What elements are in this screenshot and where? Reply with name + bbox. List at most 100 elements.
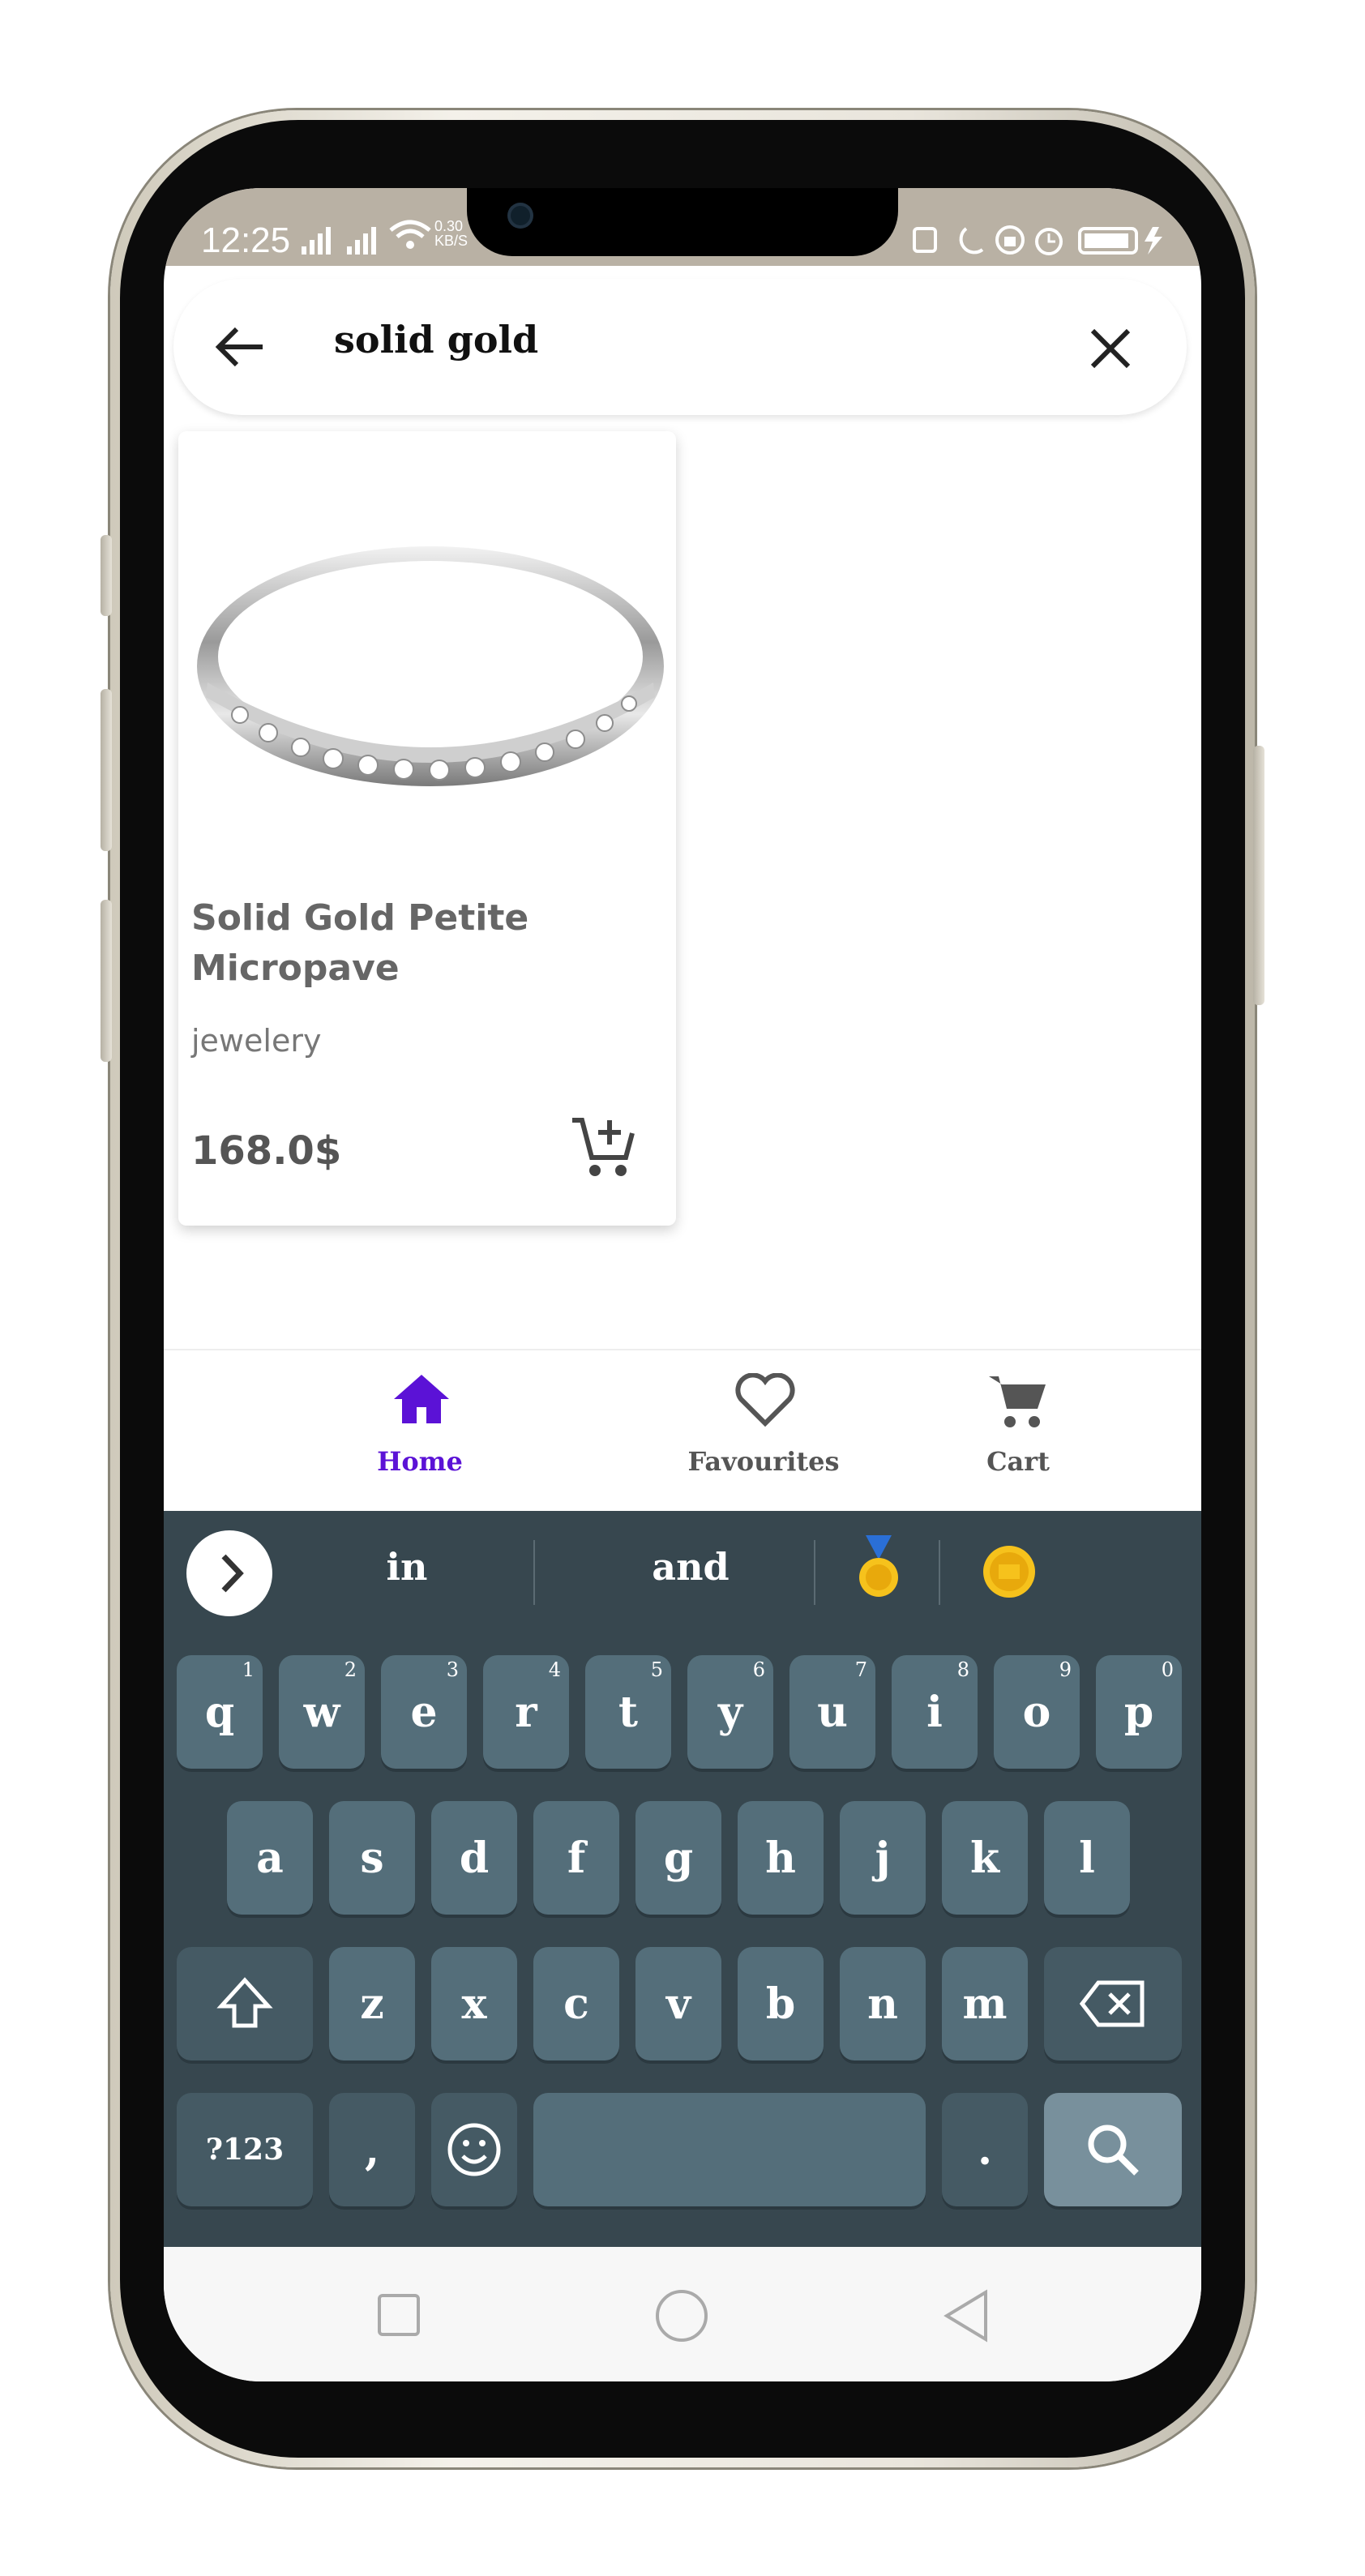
key-j[interactable]: j bbox=[840, 1801, 926, 1915]
key-y[interactable]: y6 bbox=[687, 1655, 773, 1769]
key-m[interactable]: m bbox=[942, 1947, 1028, 2060]
back-triangle-icon[interactable] bbox=[942, 2287, 991, 2347]
heart-outline-icon bbox=[734, 1372, 796, 1430]
nav-label-home: Home bbox=[377, 1446, 463, 1477]
side-button bbox=[101, 535, 112, 616]
key-w[interactable]: w2 bbox=[279, 1655, 365, 1769]
home-circle-icon[interactable] bbox=[653, 2287, 710, 2347]
shopping-cart-icon bbox=[987, 1371, 1049, 1433]
key-r[interactable]: r4 bbox=[483, 1655, 569, 1769]
key-alt: 3 bbox=[446, 1658, 459, 1681]
key-label: w bbox=[303, 1687, 340, 1737]
search-input[interactable]: solid gold bbox=[334, 318, 538, 362]
key-label: r bbox=[515, 1687, 537, 1737]
key-n[interactable]: n bbox=[840, 1947, 926, 2060]
shift-key[interactable] bbox=[177, 1947, 313, 2060]
keyboard: in and q1 w2 e3 r4 t5 y6 u7 i8 o9 p0 a s… bbox=[164, 1511, 1201, 2247]
symbols-key[interactable]: ?123 bbox=[177, 2093, 313, 2206]
chevron-right-icon[interactable] bbox=[186, 1530, 272, 1616]
key-x[interactable]: x bbox=[431, 1947, 517, 2060]
suggestion-2[interactable]: and bbox=[585, 1545, 796, 1589]
wifi-icon bbox=[387, 217, 433, 256]
period-key[interactable]: . bbox=[942, 2093, 1028, 2206]
power-button bbox=[1253, 746, 1264, 1005]
key-label: p bbox=[1123, 1687, 1154, 1737]
network-speed: 0.30 KB/S bbox=[434, 219, 468, 248]
key-f[interactable]: f bbox=[533, 1801, 619, 1915]
network-speed-unit: KB/S bbox=[434, 233, 469, 249]
key-s[interactable]: s bbox=[329, 1801, 415, 1915]
key-a[interactable]: a bbox=[227, 1801, 313, 1915]
volume-up-button bbox=[101, 689, 112, 851]
add-shopping-cart-icon[interactable] bbox=[569, 1112, 637, 1183]
nav-label-cart: Cart bbox=[986, 1446, 1050, 1477]
key-l[interactable]: l bbox=[1044, 1801, 1130, 1915]
divider bbox=[533, 1540, 535, 1605]
key-c[interactable]: c bbox=[533, 1947, 619, 2060]
key-h[interactable]: h bbox=[738, 1801, 824, 1915]
key-label: u bbox=[817, 1687, 848, 1737]
space-key[interactable] bbox=[533, 2093, 926, 2206]
arrow-left-icon[interactable] bbox=[212, 324, 266, 373]
signal-icon-2 bbox=[345, 224, 394, 259]
key-alt: 0 bbox=[1161, 1658, 1174, 1681]
key-p[interactable]: p0 bbox=[1096, 1655, 1182, 1769]
key-b[interactable]: b bbox=[738, 1947, 824, 2060]
key-z[interactable]: z bbox=[329, 1947, 415, 2060]
search-icon bbox=[1088, 2125, 1139, 2176]
network-speed-value: 0.30 bbox=[434, 218, 464, 234]
comma-key[interactable]: , bbox=[329, 2093, 415, 2206]
nav-item-home[interactable]: Home bbox=[298, 1371, 541, 1509]
volume-down-button bbox=[101, 900, 112, 1062]
backspace-icon bbox=[1079, 1980, 1145, 2027]
camera-notch bbox=[467, 188, 898, 256]
key-e[interactable]: e3 bbox=[381, 1655, 467, 1769]
key-k[interactable]: k bbox=[942, 1801, 1028, 1915]
nav-label-favourites: Favourites bbox=[687, 1446, 840, 1477]
key-alt: 5 bbox=[650, 1658, 663, 1681]
key-i[interactable]: i8 bbox=[892, 1655, 978, 1769]
home-icon bbox=[392, 1371, 451, 1428]
status-icons-right bbox=[909, 222, 1177, 261]
key-alt: 7 bbox=[854, 1658, 867, 1681]
key-o[interactable]: o9 bbox=[994, 1655, 1080, 1769]
close-icon[interactable] bbox=[1088, 326, 1133, 374]
key-alt: 8 bbox=[956, 1658, 969, 1681]
phone-screen: 12:25 0.30 KB/S solid gold Solid Gold Pe… bbox=[164, 188, 1201, 2381]
suggestion-1[interactable]: in bbox=[326, 1545, 488, 1589]
search-key[interactable] bbox=[1044, 2093, 1182, 2206]
backspace-key[interactable] bbox=[1044, 1947, 1182, 2060]
key-u[interactable]: u7 bbox=[789, 1655, 875, 1769]
nav-item-favourites[interactable]: Favourites bbox=[642, 1371, 885, 1509]
key-alt: 4 bbox=[548, 1658, 561, 1681]
key-alt: 2 bbox=[344, 1658, 357, 1681]
divider bbox=[939, 1540, 940, 1605]
product-price: 168.0$ bbox=[191, 1128, 342, 1174]
nav-item-cart[interactable]: Cart bbox=[986, 1371, 1201, 1509]
coin-emoji[interactable] bbox=[981, 1543, 1038, 1603]
key-alt: 6 bbox=[752, 1658, 765, 1681]
product-category: jewelery bbox=[191, 1023, 322, 1059]
recent-apps-icon[interactable] bbox=[376, 2292, 421, 2341]
search-bar[interactable] bbox=[173, 279, 1187, 415]
key-label: t bbox=[618, 1687, 639, 1737]
status-time: 12:25 bbox=[201, 220, 291, 260]
key-label: q bbox=[204, 1687, 235, 1737]
gold-medal-emoji[interactable] bbox=[854, 1535, 903, 1607]
smiley-icon bbox=[447, 2123, 501, 2176]
key-q[interactable]: q1 bbox=[177, 1655, 263, 1769]
key-t[interactable]: t5 bbox=[585, 1655, 671, 1769]
signal-icon bbox=[300, 224, 349, 259]
key-v[interactable]: v bbox=[635, 1947, 721, 2060]
ring-image bbox=[191, 520, 670, 815]
key-g[interactable]: g bbox=[635, 1801, 721, 1915]
product-title: Solid Gold Petite Micropave bbox=[191, 897, 529, 989]
emoji-key[interactable] bbox=[431, 2093, 517, 2206]
front-camera bbox=[511, 206, 530, 225]
key-d[interactable]: d bbox=[431, 1801, 517, 1915]
divider bbox=[814, 1540, 815, 1605]
key-label: y bbox=[717, 1687, 743, 1737]
key-label: i bbox=[926, 1687, 943, 1737]
shift-icon bbox=[216, 1977, 273, 2028]
key-alt: 9 bbox=[1059, 1658, 1072, 1681]
